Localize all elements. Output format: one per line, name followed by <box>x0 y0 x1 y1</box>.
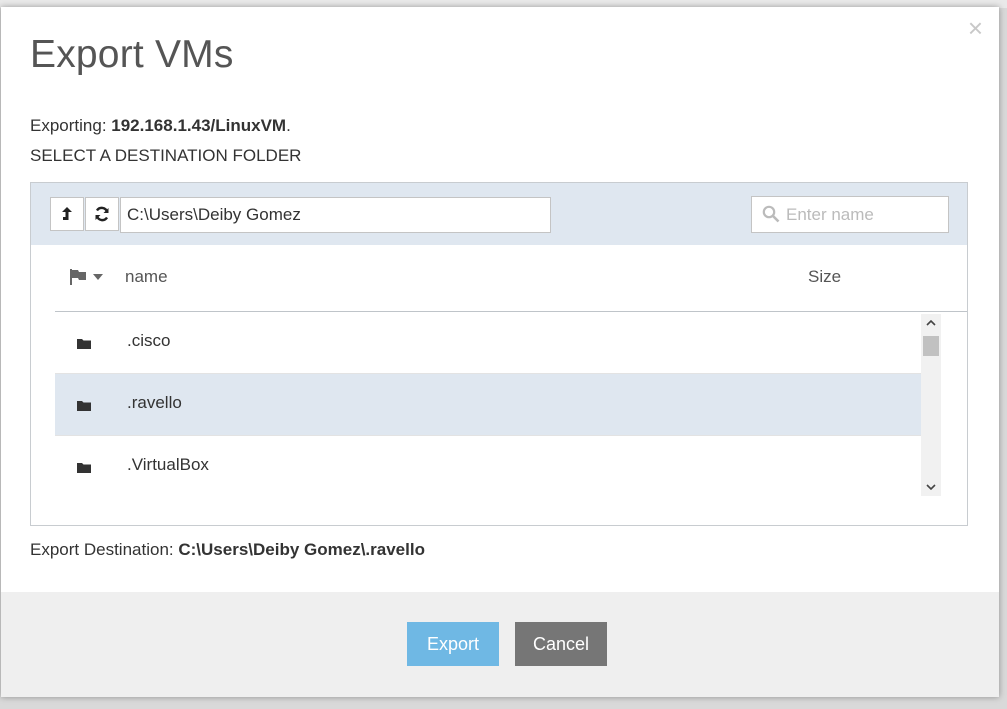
dialog-footer: Export Cancel <box>1 592 999 697</box>
exporting-value: 192.168.1.43/LinuxVM <box>111 116 287 135</box>
exporting-info: Exporting: 192.168.1.43/LinuxVM. <box>30 116 291 136</box>
search-icon <box>762 205 780 228</box>
folder-list-scrollbar[interactable] <box>921 314 941 496</box>
search-input[interactable] <box>786 197 944 232</box>
dialog-title: Export VMs <box>30 33 234 76</box>
search-box[interactable] <box>751 196 949 233</box>
folder-row[interactable]: .VirtualBox <box>55 436 921 496</box>
column-size-header[interactable]: Size <box>808 267 841 287</box>
exporting-label: Exporting: <box>30 116 112 135</box>
folder-icon <box>77 336 91 354</box>
exporting-suffix: . <box>286 116 291 135</box>
arrow-up-icon <box>62 207 72 220</box>
chevron-down-icon <box>926 484 936 490</box>
folder-name: .cisco <box>127 331 171 350</box>
column-name-header[interactable]: name <box>125 267 168 287</box>
chevron-up-icon <box>926 320 936 326</box>
scroll-down-button[interactable] <box>921 478 941 496</box>
scroll-thumb[interactable] <box>923 336 939 356</box>
folder-name: .ravello <box>127 393 182 412</box>
up-folder-button[interactable] <box>50 197 84 231</box>
select-destination-label: SELECT A DESTINATION FOLDER <box>30 146 302 165</box>
folder-browser: name Size .cisco .ravello .VirtualBox <box>30 182 968 526</box>
export-vms-dialog: × Export VMs Exporting: 192.168.1.43/Lin… <box>1 7 999 697</box>
scroll-up-button[interactable] <box>921 314 941 332</box>
flag-filter-dropdown[interactable] <box>69 269 103 285</box>
folder-row[interactable]: .cisco <box>55 312 921 374</box>
export-destination: Export Destination: C:\Users\Deiby Gomez… <box>30 540 425 560</box>
folder-list: .cisco .ravello .VirtualBox <box>55 312 921 496</box>
export-destination-label: Export Destination: <box>30 540 179 559</box>
folder-icon <box>77 398 91 416</box>
refresh-icon <box>95 206 109 222</box>
browser-toolbar <box>31 183 967 245</box>
folder-row-selected[interactable]: .ravello <box>55 374 921 436</box>
path-input[interactable] <box>120 197 551 233</box>
close-icon[interactable]: × <box>968 15 983 41</box>
cancel-button[interactable]: Cancel <box>515 622 607 666</box>
export-destination-value: C:\Users\Deiby Gomez\.ravello <box>178 540 425 559</box>
chevron-down-icon <box>93 274 103 280</box>
folder-icon <box>77 460 91 478</box>
folder-name: .VirtualBox <box>127 455 209 474</box>
export-button[interactable]: Export <box>407 622 499 666</box>
column-header: name Size <box>55 245 967 312</box>
refresh-button[interactable] <box>85 197 119 231</box>
flag-icon <box>70 269 86 285</box>
